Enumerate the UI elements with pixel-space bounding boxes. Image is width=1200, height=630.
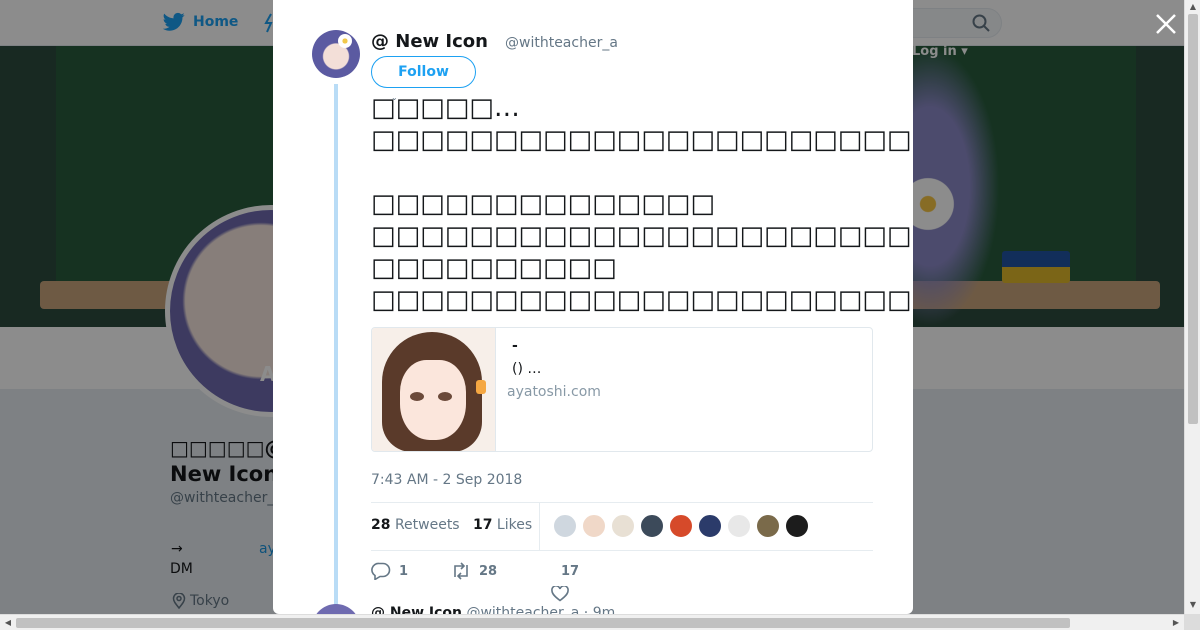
tweet-stats: 28 Retweets 17 Likes (371, 517, 532, 533)
liker-avatar[interactable] (640, 514, 664, 538)
next-tweet-handle: @withteacher_a · 9m (466, 605, 616, 614)
heart-icon (551, 585, 569, 602)
liker-avatar[interactable] (756, 514, 780, 538)
liker-avatar[interactable] (553, 514, 577, 538)
author-name[interactable]: @ New Icon (371, 31, 488, 52)
thumb-face (400, 360, 466, 440)
tweet-actions: 1 28 17 (371, 562, 621, 602)
liker-avatars (553, 514, 809, 538)
vertical-scrollbar[interactable]: ▲ ▼ (1184, 0, 1200, 614)
likes-count[interactable]: 17 (473, 517, 492, 533)
liker-avatar[interactable] (611, 514, 635, 538)
card-thumbnail (372, 328, 496, 451)
liker-avatar[interactable] (698, 514, 722, 538)
scroll-right-arrow-icon[interactable]: ▶ (1171, 618, 1181, 628)
divider (371, 502, 873, 503)
reply-count: 1 (399, 563, 409, 579)
author-avatar[interactable] (312, 30, 360, 78)
retweet-button[interactable]: 28 (451, 562, 561, 580)
tweet-timestamp[interactable]: 7:43 AM - 2 Sep 2018 (371, 472, 522, 488)
author-handle[interactable]: @withteacher_a (505, 35, 618, 51)
liker-avatar[interactable] (785, 514, 809, 538)
card-domain: ayatoshi.com (507, 384, 601, 400)
next-tweet-header[interactable]: @ New Icon @withteacher_a · 9m (371, 605, 615, 614)
close-modal-button[interactable] (1153, 11, 1179, 37)
scrollbar-corner (1184, 614, 1200, 630)
like-button[interactable]: 17 (551, 563, 621, 602)
vertical-scroll-thumb[interactable] (1188, 14, 1198, 424)
next-tweet-author: @ New Icon (371, 605, 462, 614)
thread-line (334, 84, 338, 610)
stats-divider (539, 503, 540, 550)
next-tweet-avatar[interactable] (312, 604, 360, 614)
link-card[interactable]: - () … ayatoshi.com (371, 327, 873, 452)
retweets-label[interactable]: Retweets (395, 517, 460, 533)
tweet-modal: @ New Icon @withteacher_a Follow ⌄ □□□□□… (273, 0, 913, 614)
tweet-text: □□□□□… □□□□□□□□□□□□□□□□□□□□□□ □□□□□□□□□□□… (371, 93, 913, 315)
divider (371, 550, 873, 551)
card-title: - (512, 338, 518, 354)
thumb-eye-right (438, 392, 452, 401)
scroll-up-arrow-icon[interactable]: ▲ (1188, 2, 1198, 12)
liker-avatar[interactable] (669, 514, 693, 538)
close-icon (1156, 14, 1176, 34)
retweets-count[interactable]: 28 (371, 517, 390, 533)
like-count: 17 (561, 563, 580, 579)
reply-button[interactable]: 1 (371, 562, 451, 580)
retweet-icon (454, 562, 468, 580)
scroll-down-arrow-icon[interactable]: ▼ (1188, 600, 1198, 610)
liker-avatar[interactable] (582, 514, 606, 538)
follow-button[interactable]: Follow (371, 56, 476, 88)
retweet-count: 28 (479, 563, 498, 579)
scroll-left-arrow-icon[interactable]: ◀ (3, 618, 13, 628)
avatar-flower (338, 34, 352, 48)
likes-label[interactable]: Likes (497, 517, 532, 533)
horizontal-scroll-thumb[interactable] (16, 618, 1070, 628)
thumb-hair-tie (476, 380, 486, 394)
reply-icon (371, 562, 391, 580)
liker-avatar[interactable] (727, 514, 751, 538)
thumb-eye-left (410, 392, 424, 401)
card-description: () … (512, 361, 542, 377)
horizontal-scrollbar[interactable]: ◀ ▶ (0, 614, 1184, 630)
